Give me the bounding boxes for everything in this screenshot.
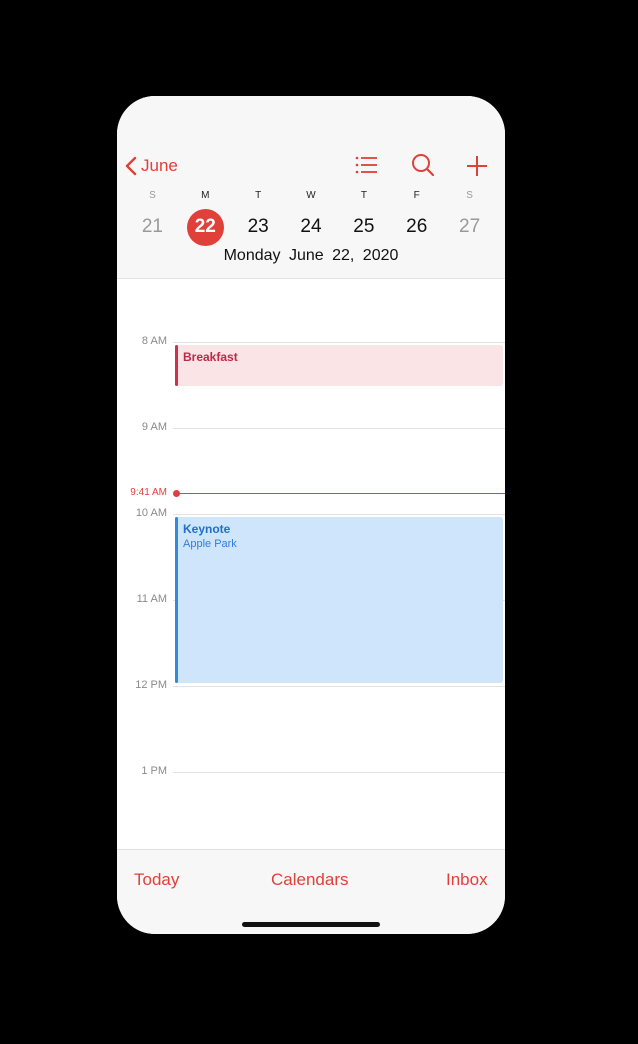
hour-divider — [173, 772, 505, 773]
hour-divider — [173, 686, 505, 687]
today-button[interactable]: Today — [134, 870, 179, 890]
plus-icon[interactable] — [463, 152, 491, 180]
day-number: 21 — [141, 216, 163, 237]
current-time-dot — [173, 490, 180, 497]
calendars-button[interactable]: Calendars — [271, 870, 349, 890]
weekday-letter: W — [306, 190, 316, 201]
chevron-left-icon — [125, 156, 137, 176]
hour-row: 9 AM — [117, 421, 505, 435]
hour-label: 12 PM — [135, 679, 167, 691]
event-keynote[interactable]: Keynote Apple Park — [175, 517, 503, 683]
day-number: 22 — [186, 208, 224, 246]
day-21[interactable]: 21 — [126, 209, 179, 245]
hour-label: 11 AM — [136, 593, 167, 605]
event-location: Apple Park — [183, 538, 237, 550]
week-strip: 21 22 23 24 25 26 27 — [126, 208, 496, 246]
day-24[interactable]: 24 — [285, 209, 338, 245]
hour-row: 1 PM — [117, 765, 505, 779]
current-time-label: 9:41 AM — [130, 487, 167, 498]
day-number: 25 — [353, 216, 375, 237]
day-27[interactable]: 27 — [443, 209, 496, 245]
inbox-button[interactable]: Inbox — [446, 870, 488, 890]
day-26[interactable]: 26 — [390, 209, 443, 245]
weekday-name: Monday — [223, 247, 281, 264]
weekday-letter: M — [201, 190, 210, 201]
list-icon[interactable] — [353, 152, 381, 180]
day-number: 23 — [247, 216, 269, 237]
hour-label: 9 AM — [141, 421, 167, 433]
weekday-letter: T — [360, 190, 367, 201]
back-label: June — [141, 156, 178, 175]
day-22-selected[interactable]: 22 — [179, 208, 232, 246]
home-indicator[interactable] — [242, 922, 380, 927]
hour-divider — [173, 342, 505, 343]
hour-divider — [173, 514, 505, 515]
phone-screen: June S M T W T F S 21 22 23 24 25 26 27 … — [117, 96, 505, 934]
current-time-line — [177, 493, 505, 494]
weekday-letter: F — [413, 190, 420, 201]
hour-divider — [173, 428, 505, 429]
hour-label: 8 AM — [141, 335, 167, 347]
current-time-indicator: 9:41 AM — [117, 487, 505, 499]
day-number: 26 — [406, 216, 428, 237]
hour-label: 10 AM — [135, 507, 167, 519]
event-title: Keynote — [183, 522, 231, 536]
day-number: 24 — [300, 216, 322, 237]
weekday-letters: S M T W T F S — [126, 190, 496, 201]
day-number: 27 — [459, 216, 481, 237]
event-color-bar — [175, 345, 178, 386]
back-button[interactable]: June — [125, 152, 178, 180]
calendar-header: June S M T W T F S 21 22 23 24 25 26 27 … — [117, 96, 505, 279]
search-icon[interactable] — [409, 152, 437, 180]
event-color-bar — [175, 517, 178, 683]
event-title: Breakfast — [183, 350, 238, 364]
weekday-letter: S — [149, 190, 156, 201]
weekday-letter: S — [466, 190, 473, 201]
nav-bar: June — [117, 148, 505, 184]
day-25[interactable]: 25 — [337, 209, 390, 245]
weekday-letter: T — [255, 190, 262, 201]
full-date: June 22, 2020 — [288, 247, 399, 264]
event-breakfast[interactable]: Breakfast — [175, 345, 503, 386]
hour-label: 1 PM — [141, 765, 167, 777]
day-23[interactable]: 23 — [232, 209, 285, 245]
selected-date-title: Monday June 22, 2020 — [117, 247, 505, 265]
